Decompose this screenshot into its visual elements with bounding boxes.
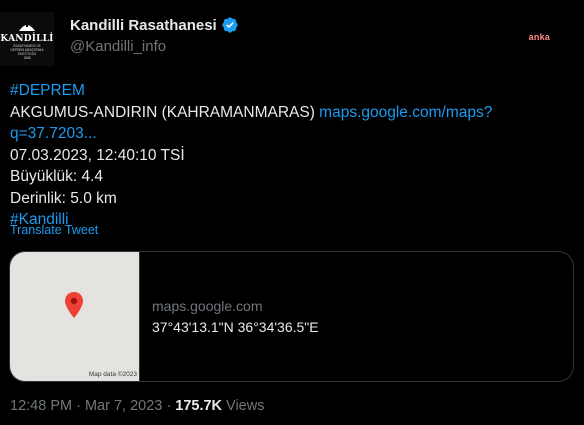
datetime-text: 07.03.2023, 12:40:10 TSİ xyxy=(10,146,185,164)
link-preview-card[interactable]: Map data ©2023 maps.google.com 37°43'13.… xyxy=(9,251,574,382)
tweet-date[interactable]: Mar 7, 2023 xyxy=(85,398,162,414)
user-handle[interactable]: @Kandilli_info xyxy=(70,38,166,55)
hashtag-deprem[interactable]: #DEPREM xyxy=(10,82,85,99)
avatar[interactable]: KANDİLLİ RASATHANESİ VE DEPREM ARAŞTIRMA… xyxy=(0,12,54,66)
map-thumbnail[interactable]: Map data ©2023 xyxy=(10,252,140,381)
display-name[interactable]: Kandilli Rasathanesi xyxy=(70,16,239,34)
map-pin-icon xyxy=(65,292,83,318)
verified-badge-icon[interactable] xyxy=(221,16,239,34)
avatar-subtext: RASATHANESİ VE DEPREM ARAŞTIRMA ENSTİTÜS… xyxy=(10,43,44,60)
observatory-emblem-icon xyxy=(19,20,35,31)
avatar-brand: KANDİLLİ xyxy=(0,33,54,44)
maps-link-part2[interactable]: q=37.7203... xyxy=(10,125,97,142)
card-domain: maps.google.com xyxy=(152,298,263,314)
meta-separator: · xyxy=(162,398,176,414)
depth-text: Derinlik: 5.0 km xyxy=(10,189,117,207)
tweet-meta: 12:48 PM · Mar 7, 2023 · 175.7K Views xyxy=(10,398,264,414)
views-label: Views xyxy=(222,398,265,414)
tweet: KANDİLLİ RASATHANESİ VE DEPREM ARAŞTIRMA… xyxy=(0,0,584,425)
map-credit: Map data ©2023 xyxy=(88,371,137,378)
card-title: 37°43'13.1"N 36°34'36.5"E xyxy=(152,319,319,335)
tweet-text: #DEPREM AKGUMUS-ANDIRIN (KAHRAMANMARAS) … xyxy=(10,80,570,231)
tweet-time[interactable]: 12:48 PM xyxy=(10,398,72,414)
display-name-text: Kandilli Rasathanesi xyxy=(70,16,217,34)
meta-separator: · xyxy=(72,398,85,414)
maps-link-part1[interactable]: maps.google.com/maps? xyxy=(319,104,492,121)
location-text: AKGUMUS-ANDIRIN (KAHRAMANMARAS) xyxy=(10,103,315,121)
magnitude-text: Büyüklük: 4.4 xyxy=(10,168,104,185)
views-count[interactable]: 175.7K xyxy=(175,398,222,414)
translate-tweet-link[interactable]: Translate Tweet xyxy=(10,223,98,237)
watermark-logo: anka xyxy=(528,32,550,42)
